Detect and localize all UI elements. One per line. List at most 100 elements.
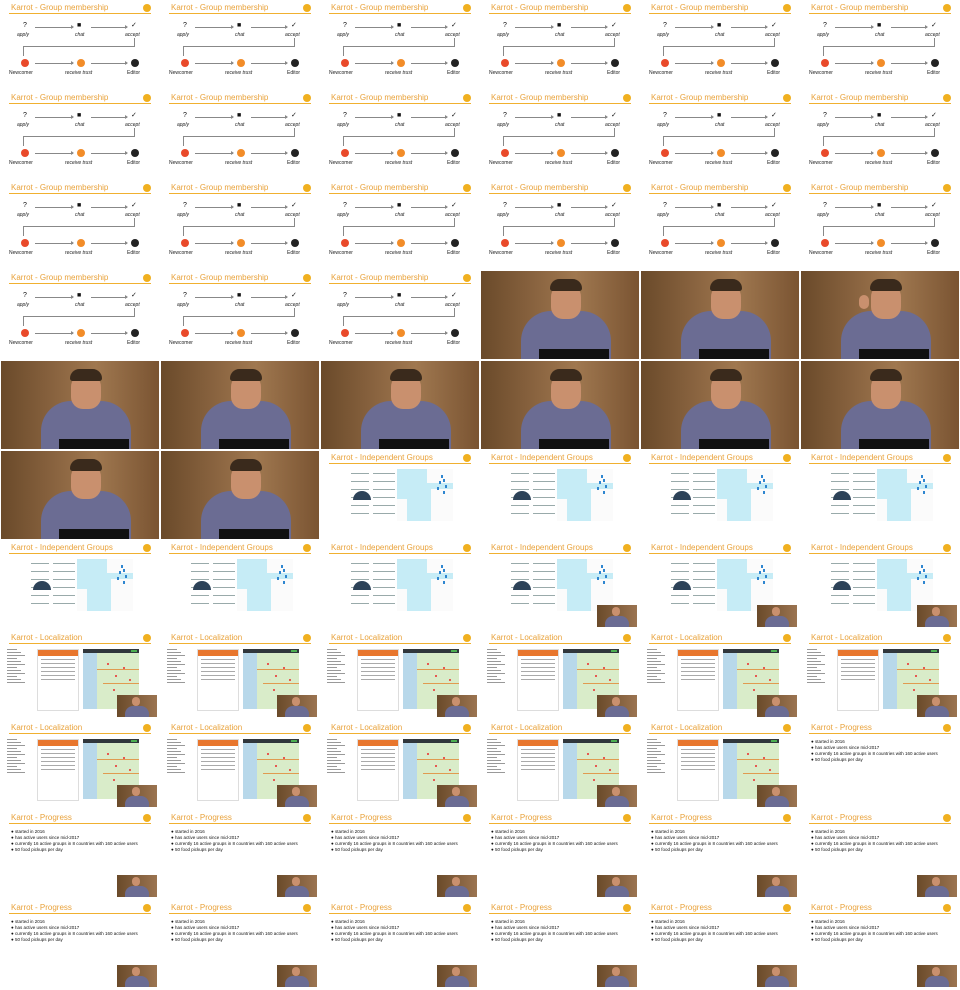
text-line [533,513,555,514]
bullet-item: ● 50 food pickups per day [331,937,458,943]
arrow-newcomer-trust [515,241,554,245]
text-line [521,675,555,676]
text-line [807,676,817,677]
title-rule [329,283,471,284]
question-mark-icon: ? [23,202,27,209]
chat-label: chat [395,122,405,128]
slide-thumbnail: Karrot - Independent Groups [641,451,799,539]
map-pin-icon [285,575,287,578]
arrow-trust-editor [91,61,128,65]
bullet-text: started in 2016 [814,739,845,744]
karrot-logo-icon [463,724,471,732]
title-rule [9,913,151,914]
connector [454,128,455,136]
slide-thumbnail: Karrot - Localization [801,631,959,719]
title-rule [169,283,311,284]
question-mark-icon: ? [343,202,347,209]
arrow-newcomer-trust [675,151,714,155]
text-line [361,765,395,766]
slide-title: Karrot - Independent Groups [331,453,433,462]
question-mark-icon: ? [23,112,27,119]
title-rule [649,463,791,464]
slide-thumbnail: Karrot - Independent Groups [321,541,479,629]
map-pin-icon [761,565,763,568]
text-line [213,603,235,604]
slide-title: Karrot - Localization [331,633,403,642]
arrow-apply-chat [355,25,394,29]
podium [539,349,609,359]
text-line [511,603,529,604]
world-map [77,559,133,611]
receive-trust-label: receive trust [225,340,253,346]
app-panel [37,649,79,711]
slide-title: Karrot - Group membership [331,3,429,12]
text-line [201,667,235,668]
speaker-head [612,697,620,706]
slide-title: Karrot - Group membership [11,93,109,102]
text-line [351,579,369,580]
text-line [7,682,25,683]
text-line [487,670,501,671]
connector [614,38,615,46]
slide-thumbnail [161,361,319,449]
chat-label: chat [75,212,85,218]
text-line [41,663,75,664]
map-marker-icon [443,667,445,669]
bullet-text: has active users since mid-2017 [814,835,880,840]
newcomer-label: Newcomer [649,250,673,256]
text-line [487,649,497,650]
map-pin-icon [439,481,441,484]
connector [774,38,775,46]
map-marker-icon [769,769,771,771]
newcomer-label: Newcomer [809,160,833,166]
arrow-trust-editor [571,61,608,65]
newcomer-label: Newcomer [169,250,193,256]
slide-thumbnail: Karrot - Localization [641,721,799,809]
chat-bubble-icon: ■ [77,22,82,29]
text-line [681,769,715,770]
karrot-logo-icon [943,904,951,912]
checkmark-icon: ✓ [771,202,777,209]
text-line [191,603,209,604]
editor-label: Editor [447,70,461,76]
map-marker-icon [435,765,437,767]
question-mark-icon: ? [503,202,507,209]
bullet-text: has active users since mid-2017 [494,835,560,840]
arrow-chat-accept [731,25,768,29]
text-line [521,671,555,672]
text-line [521,659,555,660]
slide-title: Karrot - Group membership [811,3,909,12]
text-line [201,761,235,762]
map-road [743,683,779,684]
connector [23,226,135,227]
app-panel [837,649,879,711]
speaker-inset [597,695,637,717]
title-rule [169,103,311,104]
progress-bullets: ● started in 2016 ● has active users sinc… [331,919,458,943]
connector [663,136,664,146]
text-line [31,603,49,604]
text-line [533,571,555,572]
text-line [41,749,75,750]
slide-thumbnail: Karrot - Localization [1,631,159,719]
editor-label: Editor [287,340,301,346]
speaker-hair [710,279,742,291]
bullet-text: has active users since mid-2017 [814,745,880,750]
speaker-hoodie [125,706,149,717]
checkmark-icon: ✓ [611,202,617,209]
bullet-text: 50 food pickups per day [814,757,863,762]
app-panel [677,649,719,711]
map-marker-icon [107,753,109,755]
text-line [487,748,497,749]
text-line [853,505,875,506]
slide-title: Karrot - Progress [11,903,72,912]
chat-label: chat [395,212,405,218]
text-line [521,757,555,758]
map-pin-icon [919,481,921,484]
progress-bullets: ● started in 2016 ● has active users sinc… [651,919,778,943]
arrow-trust-editor [891,241,928,245]
app-header-bar [518,650,558,656]
title-rule [9,103,151,104]
text-line [41,757,75,758]
editor-label: Editor [287,160,301,166]
